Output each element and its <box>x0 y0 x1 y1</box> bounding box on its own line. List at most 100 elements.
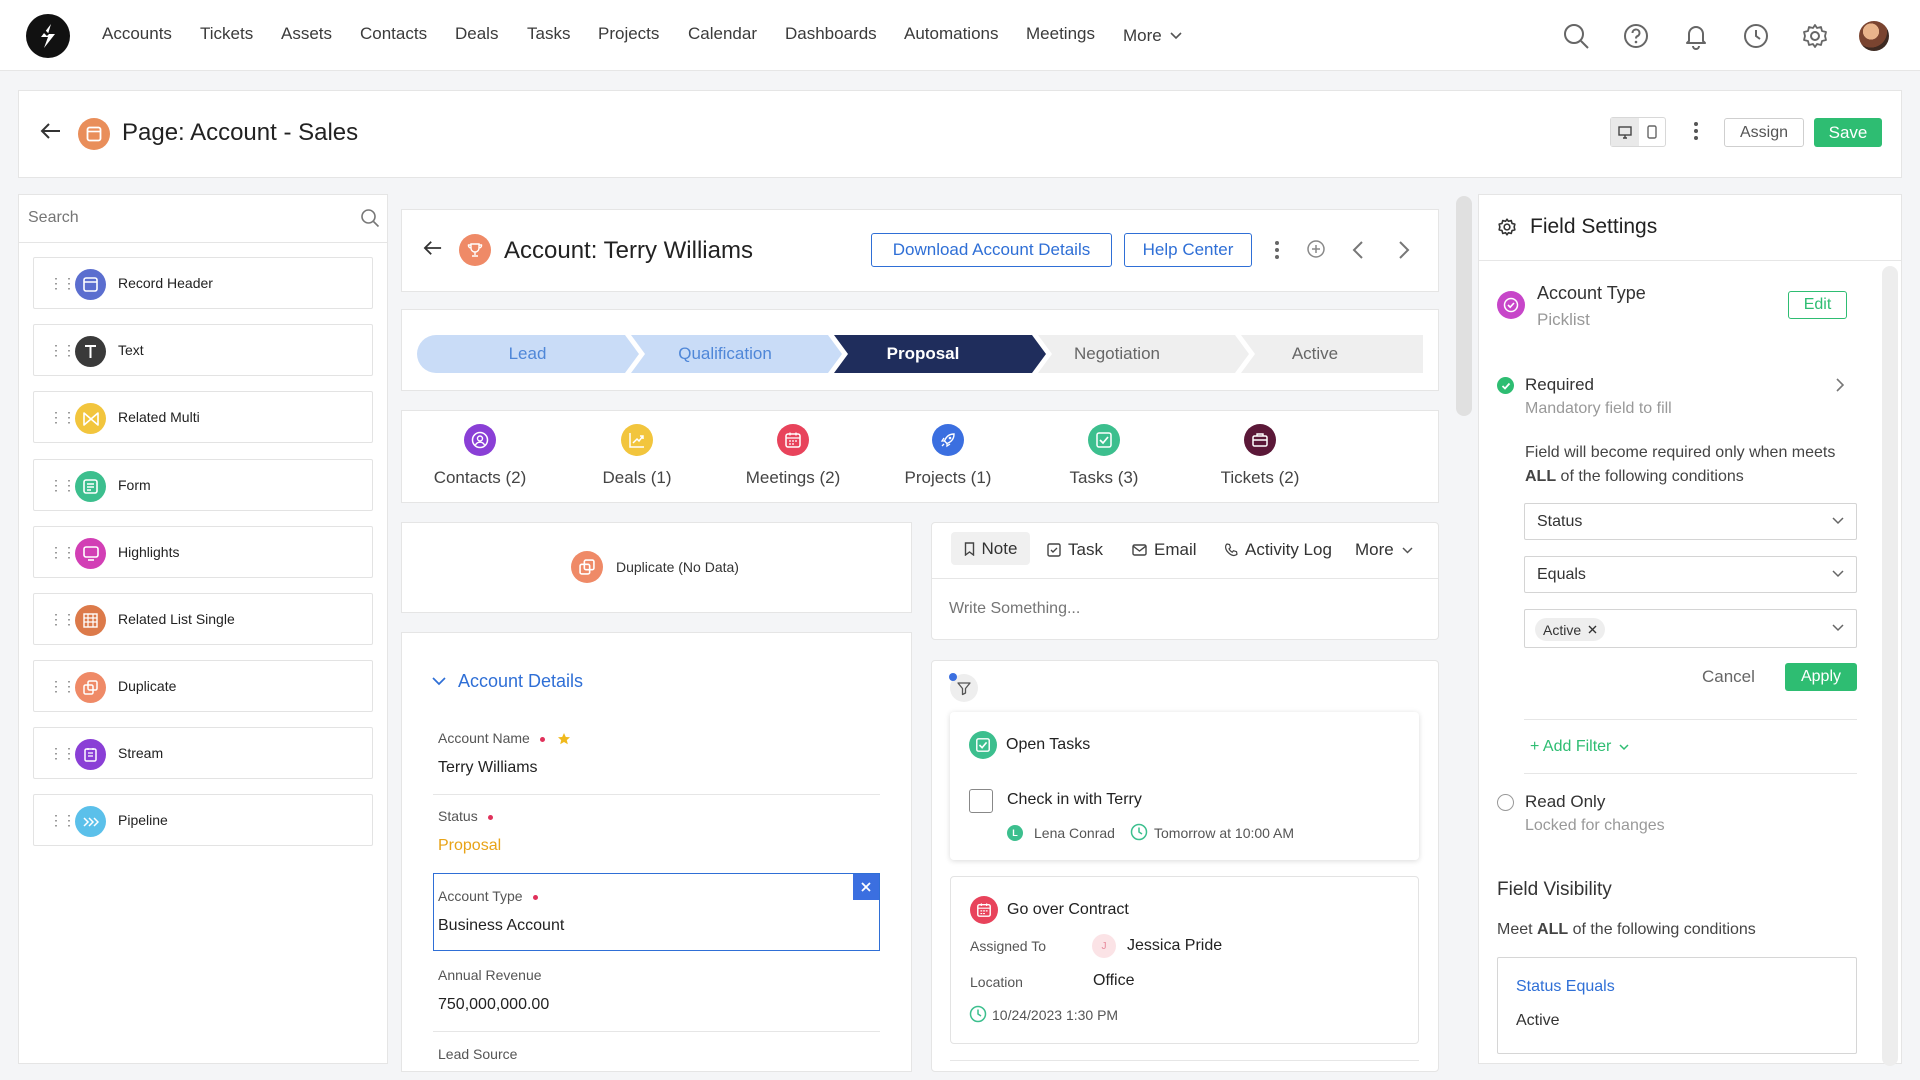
clock-icon[interactable] <box>1742 22 1770 50</box>
add-filter-button[interactable]: + Add Filter <box>1530 738 1629 756</box>
drag-handle-icon[interactable]: ⋮⋮ <box>49 477 76 494</box>
pipeline-stage-proposal[interactable]: Proposal <box>838 335 1008 373</box>
nav-accounts[interactable]: Accounts <box>102 24 172 44</box>
chevron-right-icon[interactable] <box>1398 240 1410 260</box>
nav-calendar[interactable]: Calendar <box>688 24 757 44</box>
task-checkbox[interactable] <box>969 789 993 813</box>
nav-dashboards[interactable]: Dashboards <box>785 24 877 44</box>
drag-handle-icon[interactable]: ⋮⋮ <box>49 275 76 292</box>
field-account-name[interactable]: Account Name Terry Williams <box>438 730 571 777</box>
cancel-button[interactable]: Cancel <box>1702 667 1755 687</box>
nav-contacts[interactable]: Contacts <box>360 24 427 44</box>
tab-label: Activity Log <box>1245 540 1332 559</box>
visibility-rule-card[interactable] <box>1497 957 1857 1054</box>
task-name[interactable]: Check in with Terry <box>1007 791 1142 809</box>
nav-tasks[interactable]: Tasks <box>527 24 570 44</box>
field-annual-revenue[interactable]: Annual Revenue 750,000,000.00 <box>438 967 549 1014</box>
condition-operator-select[interactable]: Equals <box>1524 556 1857 593</box>
condition-value-select[interactable]: Active <box>1524 609 1857 648</box>
related-deals[interactable]: Deals (1) <box>577 424 697 488</box>
edit-button[interactable]: Edit <box>1788 291 1847 319</box>
component-highlights[interactable]: ⋮⋮ Highlights <box>33 526 373 578</box>
gear-icon[interactable] <box>1801 22 1829 50</box>
component-pipeline[interactable]: ⋮⋮ Pipeline <box>33 794 373 846</box>
bookmark-icon <box>964 541 975 556</box>
drag-handle-icon[interactable]: ⋮⋮ <box>49 678 76 695</box>
nav-tickets[interactable]: Tickets <box>200 24 253 44</box>
check-circle-icon[interactable] <box>1497 377 1514 394</box>
nav-more[interactable]: More <box>1123 26 1182 46</box>
related-contacts[interactable]: Contacts (2) <box>420 424 540 488</box>
drag-handle-icon[interactable]: ⋮⋮ <box>49 409 76 426</box>
components-search-input[interactable] <box>28 206 328 230</box>
read-only-radio[interactable] <box>1497 794 1514 811</box>
tab-label: Task <box>1068 540 1103 559</box>
help-center-button[interactable]: Help Center <box>1124 233 1252 267</box>
component-related-list-single[interactable]: ⋮⋮ Related List Single <box>33 593 373 645</box>
user-avatar[interactable] <box>1859 21 1889 51</box>
component-duplicate[interactable]: ⋮⋮ Duplicate <box>33 660 373 712</box>
close-icon[interactable] <box>853 874 879 900</box>
nav-automations[interactable]: Automations <box>904 24 999 44</box>
search-icon[interactable] <box>1562 22 1590 50</box>
pipeline-stage-lead[interactable]: Lead <box>440 335 615 373</box>
chevron-left-icon[interactable] <box>1352 240 1364 260</box>
drag-handle-icon[interactable]: ⋮⋮ <box>49 342 76 359</box>
component-text[interactable]: ⋮⋮ Text <box>33 324 373 376</box>
close-icon[interactable] <box>1588 625 1597 634</box>
field-lead-source[interactable]: Lead Source <box>438 1046 517 1063</box>
help-icon[interactable] <box>1622 22 1650 50</box>
select-value: Equals <box>1537 566 1586 583</box>
add-circle-icon[interactable] <box>1306 239 1326 259</box>
drag-handle-icon[interactable]: ⋮⋮ <box>49 745 76 762</box>
calendar-icon <box>970 896 998 924</box>
tab-activity-log[interactable]: Activity Log <box>1224 540 1332 560</box>
pipeline-stage-negotiation[interactable]: Negotiation <box>1032 335 1202 373</box>
account-details-toggle[interactable]: Account Details <box>432 671 583 692</box>
component-form[interactable]: ⋮⋮ Form <box>33 459 373 511</box>
more-vertical-icon[interactable] <box>1693 121 1699 141</box>
desktop-icon[interactable] <box>1611 118 1639 146</box>
visibility-rule-title[interactable]: Status Equals <box>1516 978 1615 996</box>
right-scrollbar[interactable] <box>1882 266 1898 1066</box>
tab-note[interactable]: Note <box>951 532 1030 565</box>
component-related-multi[interactable]: ⋮⋮ Related Multi <box>33 391 373 443</box>
download-details-button[interactable]: Download Account Details <box>871 233 1112 267</box>
activity-note-input[interactable] <box>949 597 1419 621</box>
assign-button[interactable]: Assign <box>1724 118 1804 147</box>
more-vertical-icon[interactable] <box>1274 240 1280 260</box>
tab-email[interactable]: Email <box>1132 540 1197 560</box>
related-meetings[interactable]: Meetings (2) <box>733 424 853 488</box>
field-status[interactable]: Status Proposal <box>438 808 501 855</box>
drag-handle-icon[interactable]: ⋮⋮ <box>49 544 76 561</box>
nav-deals[interactable]: Deals <box>455 24 498 44</box>
read-only-title[interactable]: Read Only <box>1525 792 1605 812</box>
back-arrow-icon[interactable] <box>423 239 443 257</box>
bell-icon[interactable] <box>1682 22 1710 50</box>
component-record-header[interactable]: ⋮⋮ Record Header <box>33 257 373 309</box>
field-visibility-description: Meet ALL of the following conditions <box>1497 921 1756 939</box>
nav-assets[interactable]: Assets <box>281 24 332 44</box>
save-button[interactable]: Save <box>1814 118 1882 147</box>
nav-meetings[interactable]: Meetings <box>1026 24 1095 44</box>
tab-more[interactable]: More <box>1355 540 1413 560</box>
related-tickets[interactable]: Tickets (2) <box>1200 424 1320 488</box>
center-scrollbar[interactable] <box>1456 196 1472 416</box>
drag-handle-icon[interactable]: ⋮⋮ <box>49 812 76 829</box>
back-arrow-icon[interactable] <box>40 121 62 141</box>
chevron-right-icon[interactable] <box>1836 378 1844 392</box>
condition-field-select[interactable]: Status <box>1524 503 1857 540</box>
related-projects[interactable]: Projects (1) <box>888 424 1008 488</box>
nav-projects[interactable]: Projects <box>598 24 659 44</box>
app-logo-icon[interactable] <box>26 14 70 58</box>
pipeline-stage-active[interactable]: Active <box>1230 335 1400 373</box>
drag-handle-icon[interactable]: ⋮⋮ <box>49 611 76 628</box>
mobile-icon[interactable] <box>1639 118 1665 146</box>
pipeline-stage-qualification[interactable]: Qualification <box>640 335 810 373</box>
apply-button[interactable]: Apply <box>1785 663 1857 691</box>
component-stream[interactable]: ⋮⋮ Stream <box>33 727 373 779</box>
search-icon[interactable] <box>360 208 380 228</box>
required-title[interactable]: Required <box>1525 375 1594 395</box>
related-tasks[interactable]: Tasks (3) <box>1044 424 1164 488</box>
tab-task[interactable]: Task <box>1047 540 1103 560</box>
